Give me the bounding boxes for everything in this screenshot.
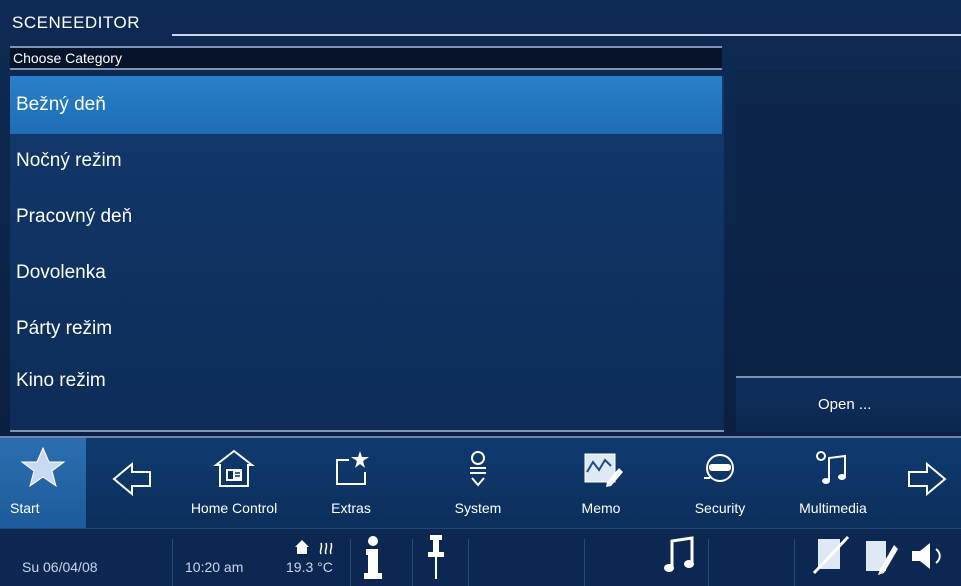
arrow-left-icon <box>112 461 151 497</box>
divider <box>794 539 795 586</box>
star-icon <box>20 446 66 488</box>
list-item[interactable]: Pracovný deň <box>10 188 722 246</box>
list-item[interactable]: Bežný deň <box>10 76 722 134</box>
nav-security[interactable]: Security <box>670 438 770 528</box>
title-divider <box>172 34 961 36</box>
arrow-right-icon <box>907 461 947 497</box>
music-note-icon[interactable] <box>662 535 698 575</box>
multimedia-icon <box>816 451 846 484</box>
info-icon[interactable] <box>360 535 386 581</box>
system-icon <box>470 451 486 487</box>
list-item[interactable]: Kino režim <box>10 352 722 410</box>
speaker-icon[interactable] <box>910 541 950 571</box>
date-display: Su 06/04/08 <box>22 559 98 575</box>
divider <box>412 539 413 586</box>
nav-system[interactable]: System <box>428 438 528 528</box>
nav-label: Security <box>694 500 746 516</box>
pin-icon[interactable] <box>426 533 446 583</box>
time-display: 10:20 am <box>185 559 244 575</box>
list-item[interactable]: Dovolenka <box>10 244 722 302</box>
divider <box>468 539 469 586</box>
category-header: Choose Category <box>10 46 722 70</box>
heating-icon <box>319 542 333 555</box>
nav-label: Memo <box>581 500 621 516</box>
category-list: Bežný deň Nočný režim Pracovný deň Dovol… <box>10 76 724 432</box>
home-control-icon <box>213 449 255 487</box>
nav-label: Home Control <box>190 500 278 516</box>
divider <box>584 539 585 586</box>
nav-label: System <box>454 500 502 516</box>
status-bar: Su 06/04/08 10:20 am 19.3 °C <box>0 528 961 586</box>
divider <box>172 539 173 586</box>
extras-icon <box>336 451 369 485</box>
nav-memo[interactable]: Memo <box>556 438 646 528</box>
house-icon <box>295 540 309 554</box>
main-navbar: Start Home Control Extras System Memo Se… <box>0 436 961 528</box>
list-item[interactable]: Nočný režim <box>10 132 722 190</box>
memo-disabled-icon[interactable] <box>812 533 852 577</box>
nav-label: Multimedia <box>799 500 867 516</box>
start-button[interactable]: Start <box>0 438 86 528</box>
nav-forward-button[interactable] <box>892 438 961 528</box>
app-title: SCENEEDITOR <box>12 13 140 32</box>
edit-icon[interactable] <box>860 533 900 577</box>
scene-editor-screen: SCENEEDITOR Choose Category Bežný deň No… <box>0 0 961 586</box>
start-label: Start <box>10 500 40 516</box>
open-button[interactable]: Open ... <box>736 376 961 432</box>
list-item[interactable]: Párty režim <box>10 300 722 358</box>
nav-label: Extras <box>331 500 371 516</box>
nav-multimedia[interactable]: Multimedia <box>780 438 886 528</box>
temperature-display: 19.3 °C <box>286 559 333 575</box>
nav-home-control[interactable]: Home Control <box>174 438 294 528</box>
nav-extras[interactable]: Extras <box>302 438 400 528</box>
divider <box>350 539 351 586</box>
divider <box>708 539 709 586</box>
memo-icon <box>584 453 623 487</box>
security-icon <box>704 454 734 482</box>
nav-back-button[interactable] <box>92 438 172 528</box>
